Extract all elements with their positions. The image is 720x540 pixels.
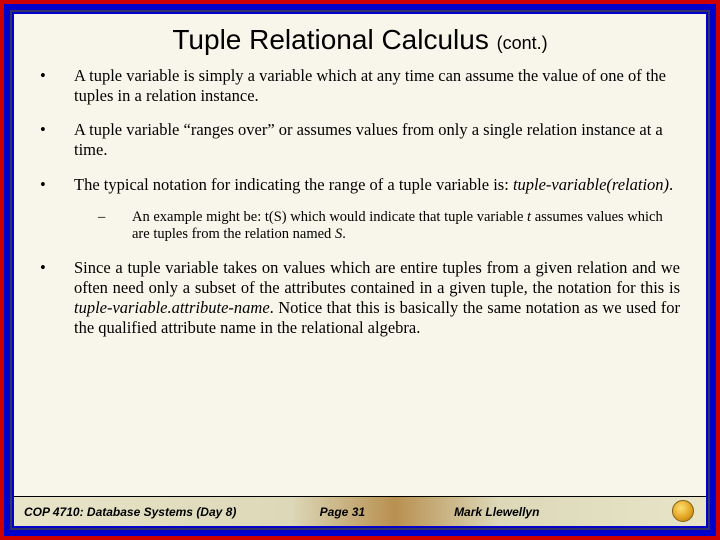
title-main: Tuple Relational Calculus <box>172 24 488 55</box>
slide-outer-border: Tuple Relational Calculus (cont.) • A tu… <box>0 0 720 540</box>
bullet-marker: • <box>40 120 74 160</box>
slide-mid-border: Tuple Relational Calculus (cont.) • A tu… <box>4 4 716 536</box>
bullet-3-text: The typical notation for indicating the … <box>74 175 680 195</box>
footer-course: COP 4710: Database Systems (Day 8) <box>24 505 320 519</box>
bullet-4: • Since a tuple variable takes on values… <box>40 258 680 339</box>
bullet-1-text: A tuple variable is simply a variable wh… <box>74 66 680 106</box>
footer-author: Mark Llewellyn <box>454 505 629 519</box>
footer-page: Page 31 <box>320 505 454 519</box>
bullet-2-text: A tuple variable “ranges over” or assume… <box>74 120 680 160</box>
bullet-marker: • <box>40 258 74 339</box>
bullet-marker: • <box>40 175 74 195</box>
bullet-2: • A tuple variable “ranges over” or assu… <box>40 120 680 160</box>
slide-inner-border: Tuple Relational Calculus (cont.) • A tu… <box>10 10 710 530</box>
bullet-3: • The typical notation for indicating th… <box>40 175 680 195</box>
slide-content: Tuple Relational Calculus (cont.) • A tu… <box>14 14 706 526</box>
sub-bullet-1-text: An example might be: t(S) which would in… <box>132 209 680 244</box>
title-cont: (cont.) <box>497 33 548 53</box>
bullet-1: • A tuple variable is simply a variable … <box>40 66 680 106</box>
bullet-4-text: Since a tuple variable takes on values w… <box>74 258 680 339</box>
bullet-marker: • <box>40 66 74 106</box>
sub-bullet-1: – An example might be: t(S) which would … <box>98 209 680 244</box>
ucf-logo-icon <box>672 500 694 522</box>
slide-footer: COP 4710: Database Systems (Day 8) Page … <box>14 496 706 526</box>
slide-title: Tuple Relational Calculus (cont.) <box>14 14 706 62</box>
sub-marker: – <box>98 209 132 244</box>
slide-body: • A tuple variable is simply a variable … <box>14 62 706 496</box>
